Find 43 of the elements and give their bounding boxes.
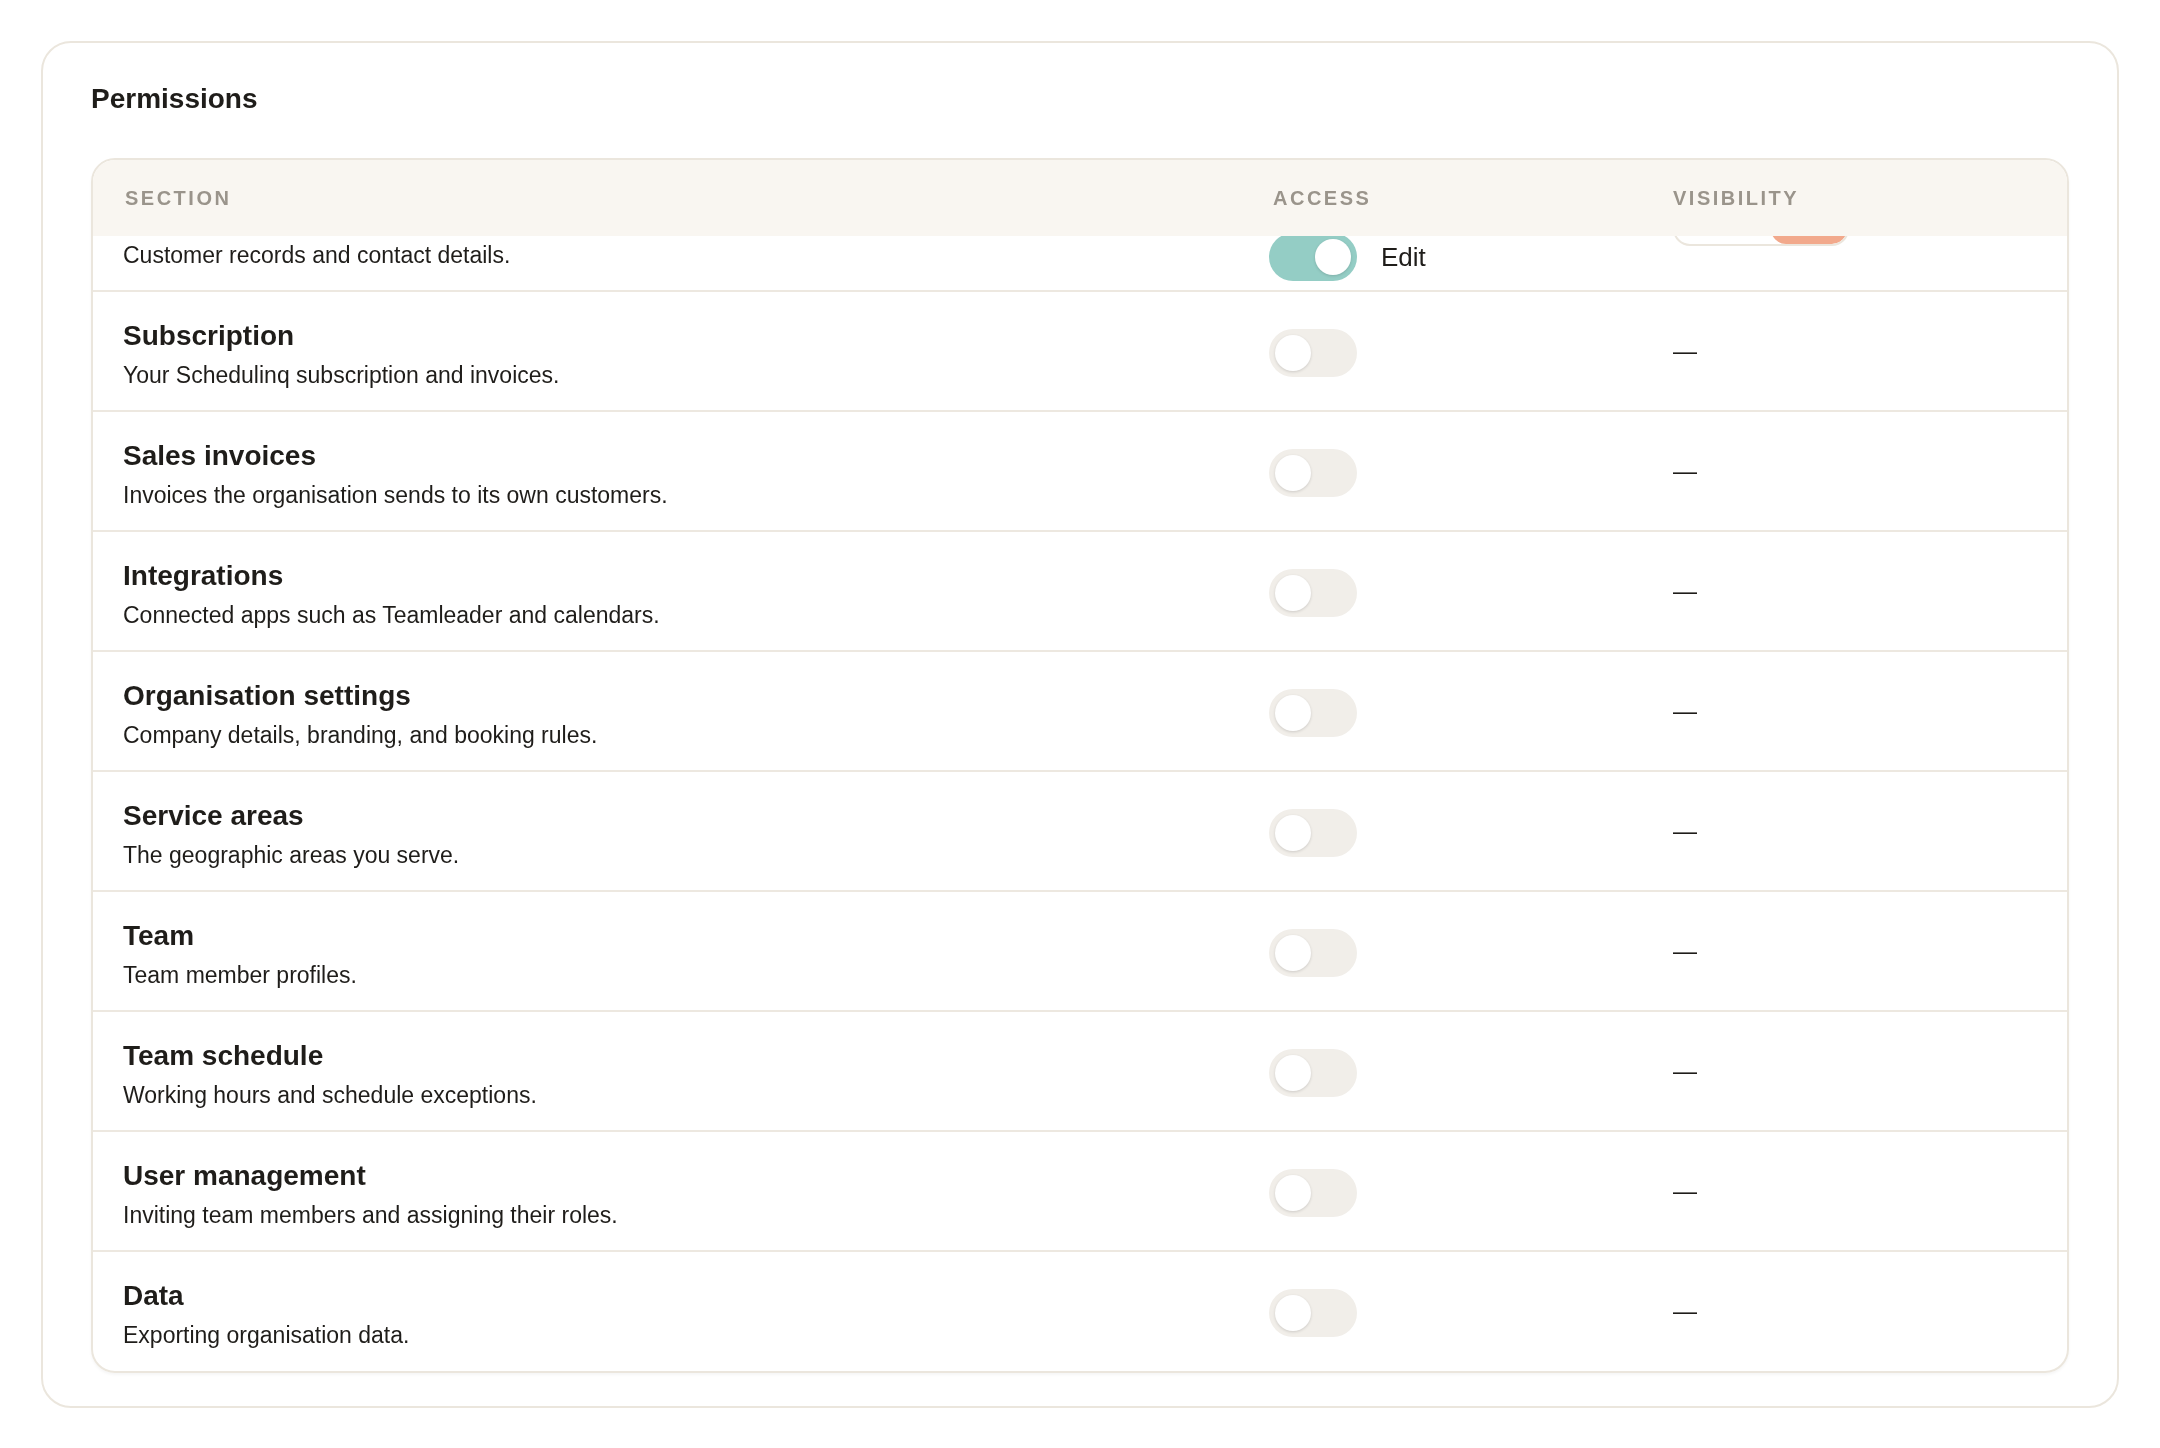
access-toggle[interactable] <box>1269 1289 1357 1337</box>
section-title: Integrations <box>123 559 285 593</box>
visibility-value: — <box>1673 937 1697 965</box>
section-description: Your Schedulinq subscription and invoices. <box>123 361 561 390</box>
access-label: Edit <box>1381 241 1426 273</box>
visibility-value: — <box>1673 577 1697 605</box>
section-title: Subscription <box>123 319 296 353</box>
section-title: Data <box>123 1279 185 1313</box>
section-title: Service areas <box>123 799 305 833</box>
access-toggle[interactable] <box>1269 929 1357 977</box>
visibility-value: — <box>1673 1177 1697 1205</box>
column-header: SECTION <box>125 186 232 209</box>
access-toggle[interactable] <box>1269 449 1357 497</box>
access-toggle[interactable] <box>1269 1049 1357 1097</box>
visibility-value: — <box>1673 1057 1697 1085</box>
column-header: ACCESS <box>1273 186 1372 209</box>
section-title: Sales invoices <box>123 439 317 473</box>
visibility-value: — <box>1673 1297 1697 1325</box>
section-description: Connected apps such as Teamleader and calendars. <box>123 601 661 630</box>
section-description: The geographic areas you serve. <box>123 841 461 870</box>
visibility-value: — <box>1673 817 1697 845</box>
section-description: Company details, branding, and booking rules. <box>123 721 599 750</box>
access-toggle[interactable] <box>1269 236 1357 281</box>
access-toggle[interactable] <box>1269 1169 1357 1217</box>
access-toggle[interactable] <box>1269 809 1357 857</box>
section-description: Team member profiles. <box>123 961 358 990</box>
section-title: Organisation settings <box>123 679 412 713</box>
section-description: Customer records and contact details. <box>123 241 512 270</box>
access-toggle[interactable] <box>1269 569 1357 617</box>
visibility-value: — <box>1673 457 1697 485</box>
card-title: Permissions <box>91 82 259 116</box>
section-description: Inviting team members and assigning their roles. <box>123 1201 619 1230</box>
visibility-value: — <box>1673 337 1697 365</box>
access-toggle[interactable] <box>1269 329 1357 377</box>
section-description: Invoices the organisation sends to its own customers. <box>123 481 669 510</box>
section-description: Exporting organisation data. <box>123 1321 411 1350</box>
access-toggle[interactable] <box>1269 689 1357 737</box>
column-header: VISIBILITY <box>1673 186 1800 209</box>
section-title: Team <box>123 919 196 953</box>
section-description: Working hours and schedule exceptions. <box>123 1081 538 1110</box>
section-title: User management <box>123 1159 367 1193</box>
visibility-value: — <box>1673 697 1697 725</box>
section-title: Team schedule <box>123 1039 325 1073</box>
